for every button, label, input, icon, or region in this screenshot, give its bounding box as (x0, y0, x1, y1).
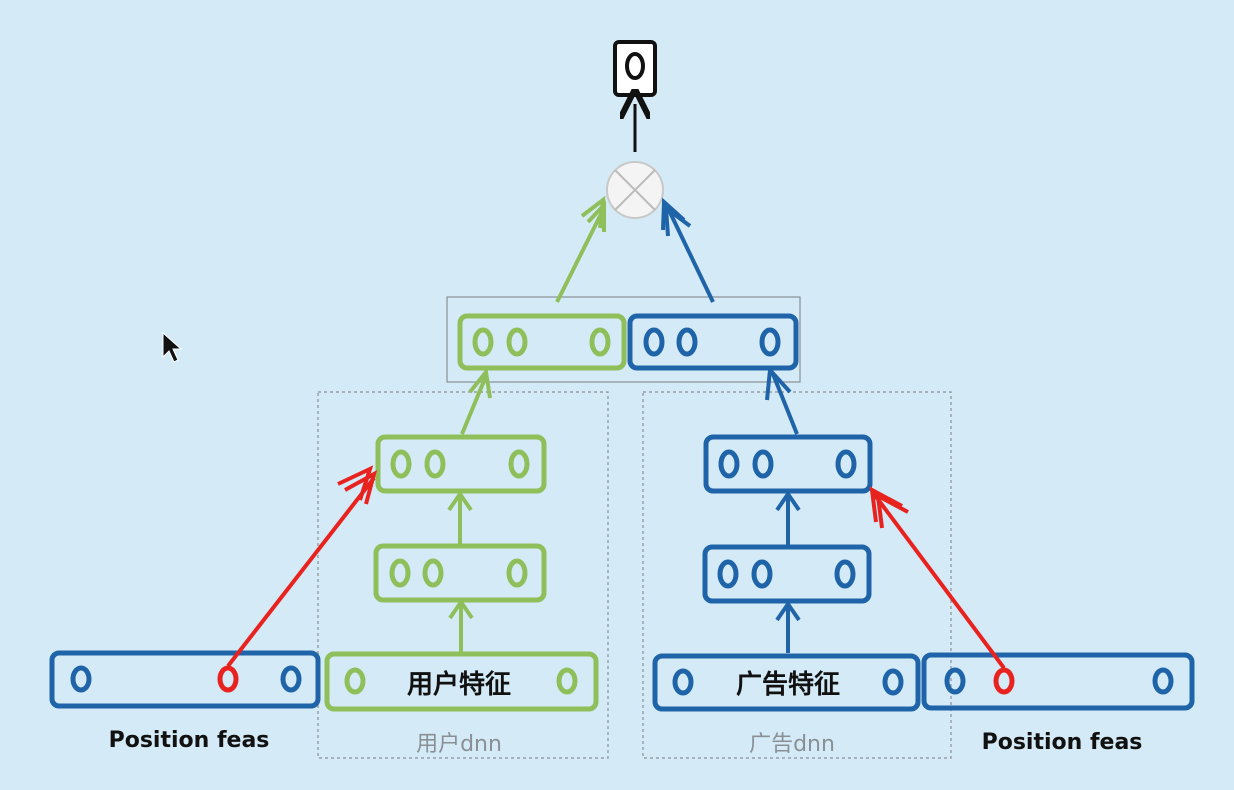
ad-layer-1 (702, 544, 872, 604)
user-feature-label: 用户特征 (407, 669, 511, 700)
ad-dnn-frame (642, 391, 952, 759)
ad-dnn-top-arrow (765, 365, 799, 435)
cursor-icon (162, 331, 183, 363)
ad-feature-label: 广告特征 (736, 669, 840, 700)
right-position-vector (921, 652, 1195, 711)
user-mid-arrow (447, 490, 473, 545)
ad-bottom-arrow (775, 600, 801, 653)
left-position-label: Position feas (109, 728, 270, 753)
concat-green-vector (457, 313, 627, 371)
ad-dnn-label: 广告dnn (749, 732, 835, 757)
ad-mid-arrow (775, 490, 801, 545)
user-layer-2 (375, 434, 547, 494)
left-position-vector (49, 650, 321, 709)
right-position-label: Position feas (982, 730, 1143, 755)
user-dnn-label: 用户dnn (416, 732, 502, 757)
user-dnn-frame (317, 391, 609, 759)
product-op-icon (606, 161, 664, 219)
output-node-icon (613, 40, 657, 97)
user-dnn-top-arrow (460, 367, 492, 435)
user-bottom-arrow (448, 598, 474, 652)
concat-blue-vector (627, 313, 799, 371)
blue-arrow-to-product (661, 197, 715, 303)
diagram-canvas: 用户特征 用户dnn 广告特征 广告dnn Position feas Posi… (0, 0, 1234, 790)
ad-layer-2 (703, 434, 873, 494)
left-position-arrow (226, 465, 378, 668)
diagram-svg: 用户特征 用户dnn 广告特征 广告dnn Position feas Posi… (49, 40, 1195, 759)
user-layer-1 (373, 543, 547, 603)
right-position-arrow (869, 486, 1006, 670)
green-arrow-to-product (555, 195, 606, 303)
